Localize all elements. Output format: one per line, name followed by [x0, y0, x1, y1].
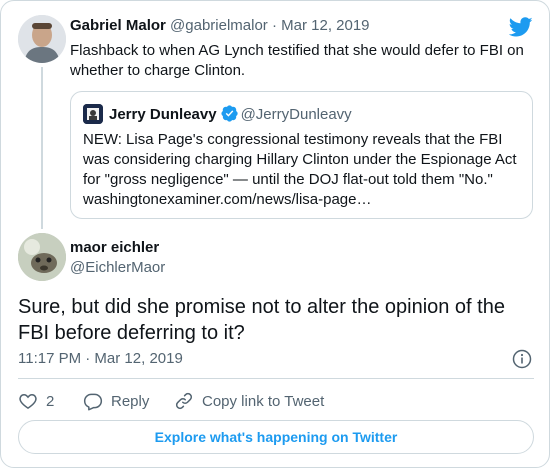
gabriel-malor-avatar[interactable]	[18, 15, 66, 63]
parent-tweet-text: Flashback to when AG Lynch testified tha…	[70, 42, 524, 79]
main-author-handle[interactable]: @EichlerMaor	[70, 259, 165, 276]
quoted-tweet[interactable]: Jerry Dunleavy @JerryDunleavy NEW: Lisa P…	[70, 91, 533, 219]
link-icon	[175, 392, 193, 410]
parent-author-handle[interactable]: @gabrielmalor	[170, 17, 268, 34]
reply-button[interactable]: Reply	[83, 390, 149, 412]
main-author-name[interactable]: maor eichler	[70, 239, 159, 256]
verified-badge-icon	[221, 105, 238, 122]
twitter-bird-icon[interactable]	[509, 15, 533, 39]
thread-connector-line	[41, 67, 43, 229]
explore-twitter-button[interactable]: Explore what's happening on Twitter	[18, 420, 534, 454]
copy-link-label: Copy link to Tweet	[202, 392, 325, 410]
quoted-tweet-text: NEW: Lisa Page's congressional testimony…	[83, 131, 517, 208]
quoted-tweet-header: Jerry Dunleavy @JerryDunleavy	[109, 105, 352, 123]
heart-icon	[19, 393, 37, 409]
actions-divider	[18, 378, 534, 379]
info-icon[interactable]	[512, 349, 532, 369]
copy-link-button[interactable]: Copy link to Tweet	[174, 390, 324, 412]
like-count: 2	[46, 392, 55, 410]
main-tweet-timestamp[interactable]: 11:17 PM · Mar 12, 2019	[18, 350, 183, 367]
parent-author-name[interactable]: Gabriel Malor	[70, 17, 166, 34]
meta-separator: ·	[271, 17, 277, 34]
reply-icon	[83, 393, 103, 411]
main-tweet-text: Sure, but did she promise not to alter t…	[18, 296, 505, 344]
maor-eichler-avatar[interactable]	[18, 233, 66, 281]
parent-tweet-date[interactable]: Mar 12, 2019	[281, 17, 369, 34]
like-button[interactable]: 2	[18, 390, 54, 412]
parent-tweet-header: Gabriel Malor @gabrielmalor · Mar 12, 20…	[70, 17, 370, 34]
jerry-dunleavy-avatar	[83, 104, 103, 124]
quoted-author-name: Jerry Dunleavy	[109, 106, 217, 123]
reply-label: Reply	[111, 392, 150, 410]
quoted-author-handle: @JerryDunleavy	[240, 106, 352, 123]
embedded-tweet-card: Gabriel Malor @gabrielmalor · Mar 12, 20…	[0, 0, 550, 468]
